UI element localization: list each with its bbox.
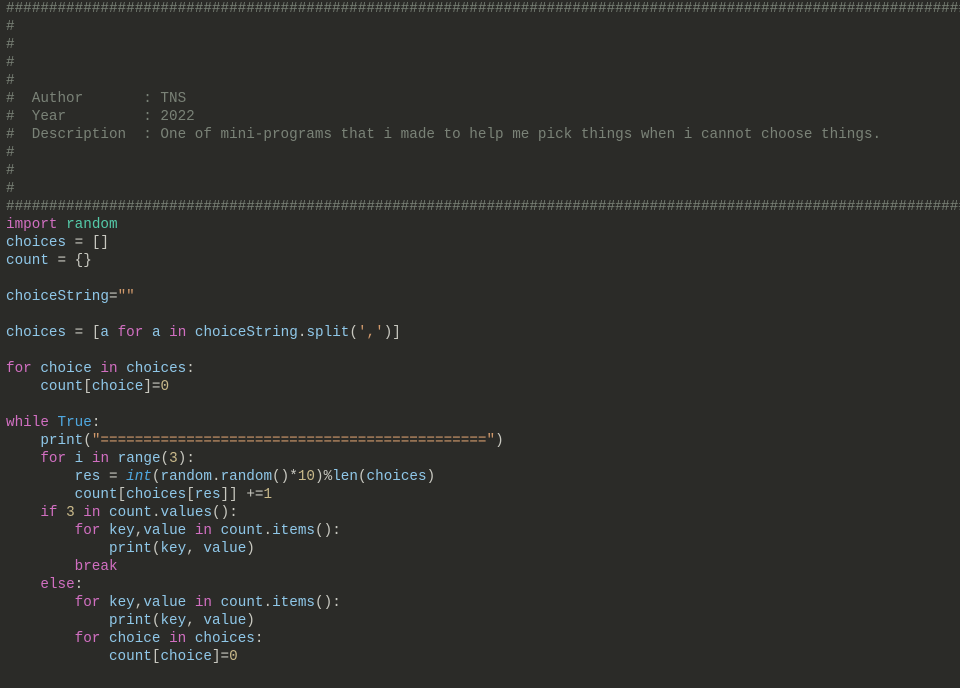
comment-rule: ########################################… xyxy=(6,199,960,215)
code-line: # Description : One of mini-programs tha… xyxy=(6,127,881,143)
code-line: import random xyxy=(6,217,118,233)
code-line: if 3 in count.values(): xyxy=(6,505,238,521)
code-line: for key,value in count.items(): xyxy=(6,523,341,539)
code-line: print(key, value) xyxy=(6,541,255,557)
code-line xyxy=(6,307,15,323)
code-line: # Year : 2022 xyxy=(6,109,195,125)
code-line: print("=================================… xyxy=(6,433,504,449)
code-line: ########################################… xyxy=(6,199,960,215)
comment-rule: ########################################… xyxy=(6,1,960,17)
code-line xyxy=(6,343,15,359)
code-line: for key,value in count.items(): xyxy=(6,595,341,611)
code-line: while True: xyxy=(6,415,100,431)
code-line: count = {} xyxy=(6,253,92,269)
code-line: choiceString="" xyxy=(6,289,135,305)
code-line: # xyxy=(6,37,15,53)
code-line: count[choice]=0 xyxy=(6,649,238,665)
code-line: count[choice]=0 xyxy=(6,379,169,395)
code-line: # xyxy=(6,163,15,179)
code-line: # xyxy=(6,19,15,35)
code-line: print(key, value) xyxy=(6,613,255,629)
code-line: else: xyxy=(6,577,83,593)
code-line: count[choices[res]] +=1 xyxy=(6,487,272,503)
code-line: # xyxy=(6,181,15,197)
code-line: res = int(random.random()*10)%len(choice… xyxy=(6,469,435,485)
code-line: # xyxy=(6,145,15,161)
code-line: for choice in choices: xyxy=(6,361,195,377)
code-editor[interactable]: ########################################… xyxy=(0,0,960,666)
comment-author: # Author : TNS xyxy=(6,91,186,107)
module-random: random xyxy=(66,217,117,233)
code-line: # xyxy=(6,55,15,71)
code-line: for i in range(3): xyxy=(6,451,195,467)
code-line: choices = [a for a in choiceString.split… xyxy=(6,325,401,341)
code-line: break xyxy=(6,559,118,575)
code-line: choices = [] xyxy=(6,235,109,251)
keyword-import: import xyxy=(6,217,57,233)
code-line: # Author : TNS xyxy=(6,91,186,107)
comment-year: # Year : 2022 xyxy=(6,109,195,125)
code-line: ########################################… xyxy=(6,1,960,17)
code-line xyxy=(6,397,15,413)
code-line xyxy=(6,271,15,287)
comment-description: # Description : One of mini-programs tha… xyxy=(6,127,881,143)
code-line: # xyxy=(6,73,15,89)
code-line: for choice in choices: xyxy=(6,631,263,647)
